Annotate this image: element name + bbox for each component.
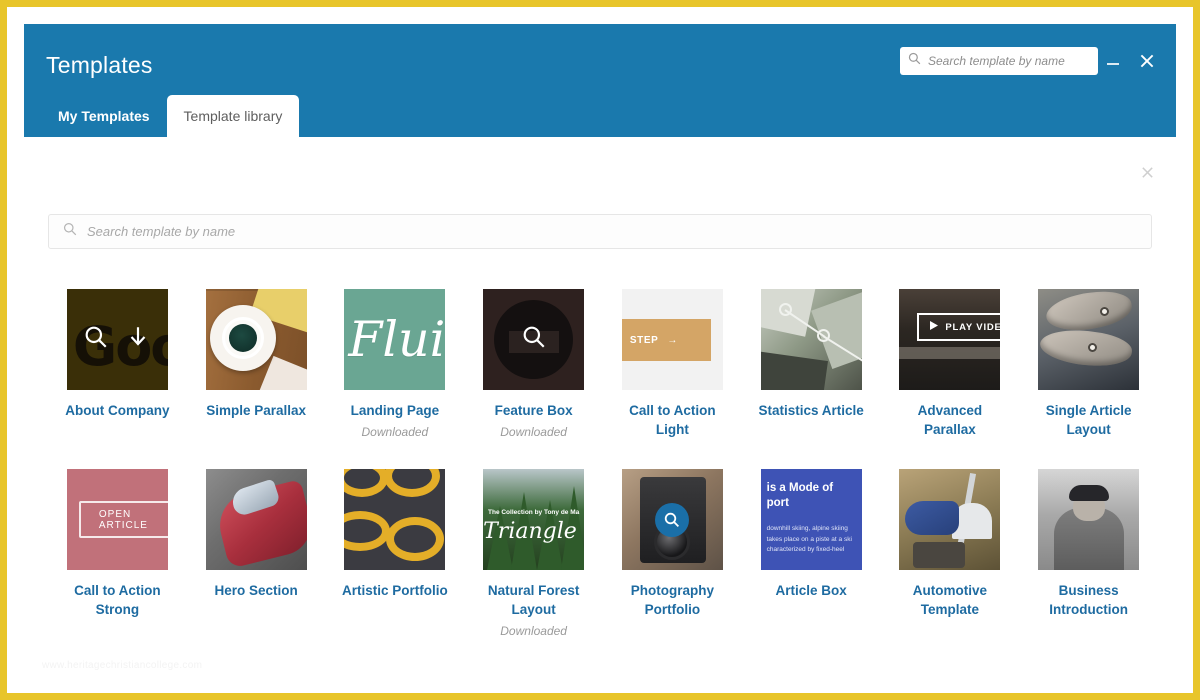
template-thumbnail[interactable]: Goo (67, 289, 168, 390)
template-thumbnail[interactable] (1038, 469, 1139, 570)
template-card[interactable]: The Collection by Tony de Ma Triangle o … (464, 469, 603, 637)
template-card[interactable]: Simple Parallax (187, 289, 326, 439)
template-title: Article Box (775, 582, 846, 601)
template-card[interactable]: Single Article Layout (1019, 289, 1158, 439)
template-title: Feature Box (495, 402, 573, 421)
template-title: Landing Page (351, 402, 440, 421)
forest-caption: The Collection by Tony de Ma (483, 509, 584, 516)
template-title: Single Article Layout (1034, 402, 1144, 439)
search-icon[interactable] (83, 324, 109, 355)
template-thumbnail[interactable]: is a Mode of port downhill skiing, alpin… (761, 469, 862, 570)
template-title: Hero Section (214, 582, 297, 601)
template-card[interactable]: Fluid Landing Page Downloaded (326, 289, 465, 439)
article-paragraph: downhill skiing, alpine skiing takes pla… (767, 524, 858, 556)
template-thumbnail[interactable]: PLAY VIDEO (899, 289, 1000, 390)
tab-template-library-label: Template library (184, 108, 283, 124)
template-card[interactable]: Automotive Template (881, 469, 1020, 637)
template-title: Natural Forest Layout (479, 582, 589, 619)
template-title: Call to Action Strong (62, 582, 172, 619)
template-title: About Company (65, 402, 169, 421)
template-title: Simple Parallax (206, 402, 306, 421)
download-icon[interactable] (125, 324, 151, 355)
play-video-button-art: PLAY VIDEO (917, 313, 1000, 341)
play-video-label: PLAY VIDEO (945, 322, 1000, 333)
template-thumbnail[interactable]: STEP → (622, 289, 723, 390)
close-window-button[interactable] (1132, 46, 1162, 76)
template-thumbnail[interactable] (622, 469, 723, 570)
header-search-input[interactable] (928, 54, 1090, 68)
template-thumbnail[interactable] (1038, 289, 1139, 390)
page-title: Templates (46, 52, 153, 79)
panel-close-button[interactable] (1134, 159, 1160, 185)
template-thumbnail[interactable] (206, 469, 307, 570)
tab-template-library[interactable]: Template library (167, 95, 300, 137)
minimize-button[interactable] (1098, 46, 1128, 76)
template-card[interactable]: OPEN ARTICLE Call to Action Strong (48, 469, 187, 637)
tab-bar: My Templates Template library (41, 91, 299, 137)
template-title: Advanced Parallax (895, 402, 1005, 439)
header-search-box[interactable] (900, 47, 1098, 75)
cta-light-button-label: STEP (630, 335, 659, 346)
search-icon (908, 52, 921, 70)
template-title: Artistic Portfolio (342, 582, 448, 601)
template-thumbnail[interactable] (483, 289, 584, 390)
search-icon (63, 222, 77, 241)
template-thumbnail[interactable] (206, 289, 307, 390)
template-card[interactable]: Statistics Article (742, 289, 881, 439)
play-icon (930, 321, 938, 333)
thumbnail-hover-overlay[interactable] (622, 469, 723, 570)
template-card[interactable]: is a Mode of port downhill skiing, alpin… (742, 469, 881, 637)
thumbnail-hover-overlay[interactable] (67, 289, 168, 390)
template-card[interactable]: Photography Portfolio (603, 469, 742, 637)
template-card[interactable]: Artistic Portfolio (326, 469, 465, 637)
template-card[interactable]: Goo About Company (48, 289, 187, 439)
template-library-panel: Goo About Company (24, 137, 1176, 693)
forest-script-text: Triangle o (483, 519, 584, 544)
cta-light-button-art: STEP → (622, 319, 711, 361)
template-card[interactable]: Feature Box Downloaded (464, 289, 603, 439)
template-thumbnail[interactable]: OPEN ARTICLE (67, 469, 168, 570)
template-thumbnail[interactable]: The Collection by Tony de Ma Triangle o (483, 469, 584, 570)
template-card[interactable]: PLAY VIDEO Advanced Parallax (881, 289, 1020, 439)
app-window: Templates My Templates Template library (7, 7, 1193, 693)
template-grid: Goo About Company (48, 289, 1158, 638)
search-icon[interactable] (655, 503, 689, 537)
watermark-text: www.heritagechristiancollege.com (42, 660, 202, 671)
article-heading: is a Mode of port (767, 481, 858, 510)
template-title: Statistics Article (758, 402, 863, 421)
template-title: Call to Action Light (617, 402, 727, 439)
search-icon[interactable] (521, 324, 547, 355)
window-titlebar: Templates My Templates Template library (24, 24, 1176, 137)
template-title: Business Introduction (1034, 582, 1144, 619)
template-card[interactable]: STEP → Call to Action Light (603, 289, 742, 439)
template-search-input[interactable] (87, 224, 1137, 239)
template-card[interactable]: Business Introduction (1019, 469, 1158, 637)
template-title: Automotive Template (895, 582, 1005, 619)
status-badge: Downloaded (500, 425, 567, 439)
status-badge: Downloaded (500, 624, 567, 638)
template-title: Photography Portfolio (617, 582, 727, 619)
status-badge: Downloaded (362, 425, 429, 439)
template-thumbnail[interactable] (899, 469, 1000, 570)
landing-script-text: Fluid (348, 311, 445, 368)
template-card[interactable]: Hero Section (187, 469, 326, 637)
open-article-label: OPEN ARTICLE (99, 509, 168, 531)
template-thumbnail[interactable] (344, 469, 445, 570)
thumbnail-hover-overlay[interactable] (483, 289, 584, 390)
open-article-button-art: OPEN ARTICLE (79, 501, 168, 538)
template-thumbnail[interactable]: Fluid (344, 289, 445, 390)
template-search-box[interactable] (48, 214, 1152, 249)
tab-my-templates[interactable]: My Templates (41, 95, 167, 137)
arrow-right-icon: → (667, 335, 678, 346)
template-thumbnail[interactable] (761, 289, 862, 390)
tab-my-templates-label: My Templates (58, 108, 150, 124)
